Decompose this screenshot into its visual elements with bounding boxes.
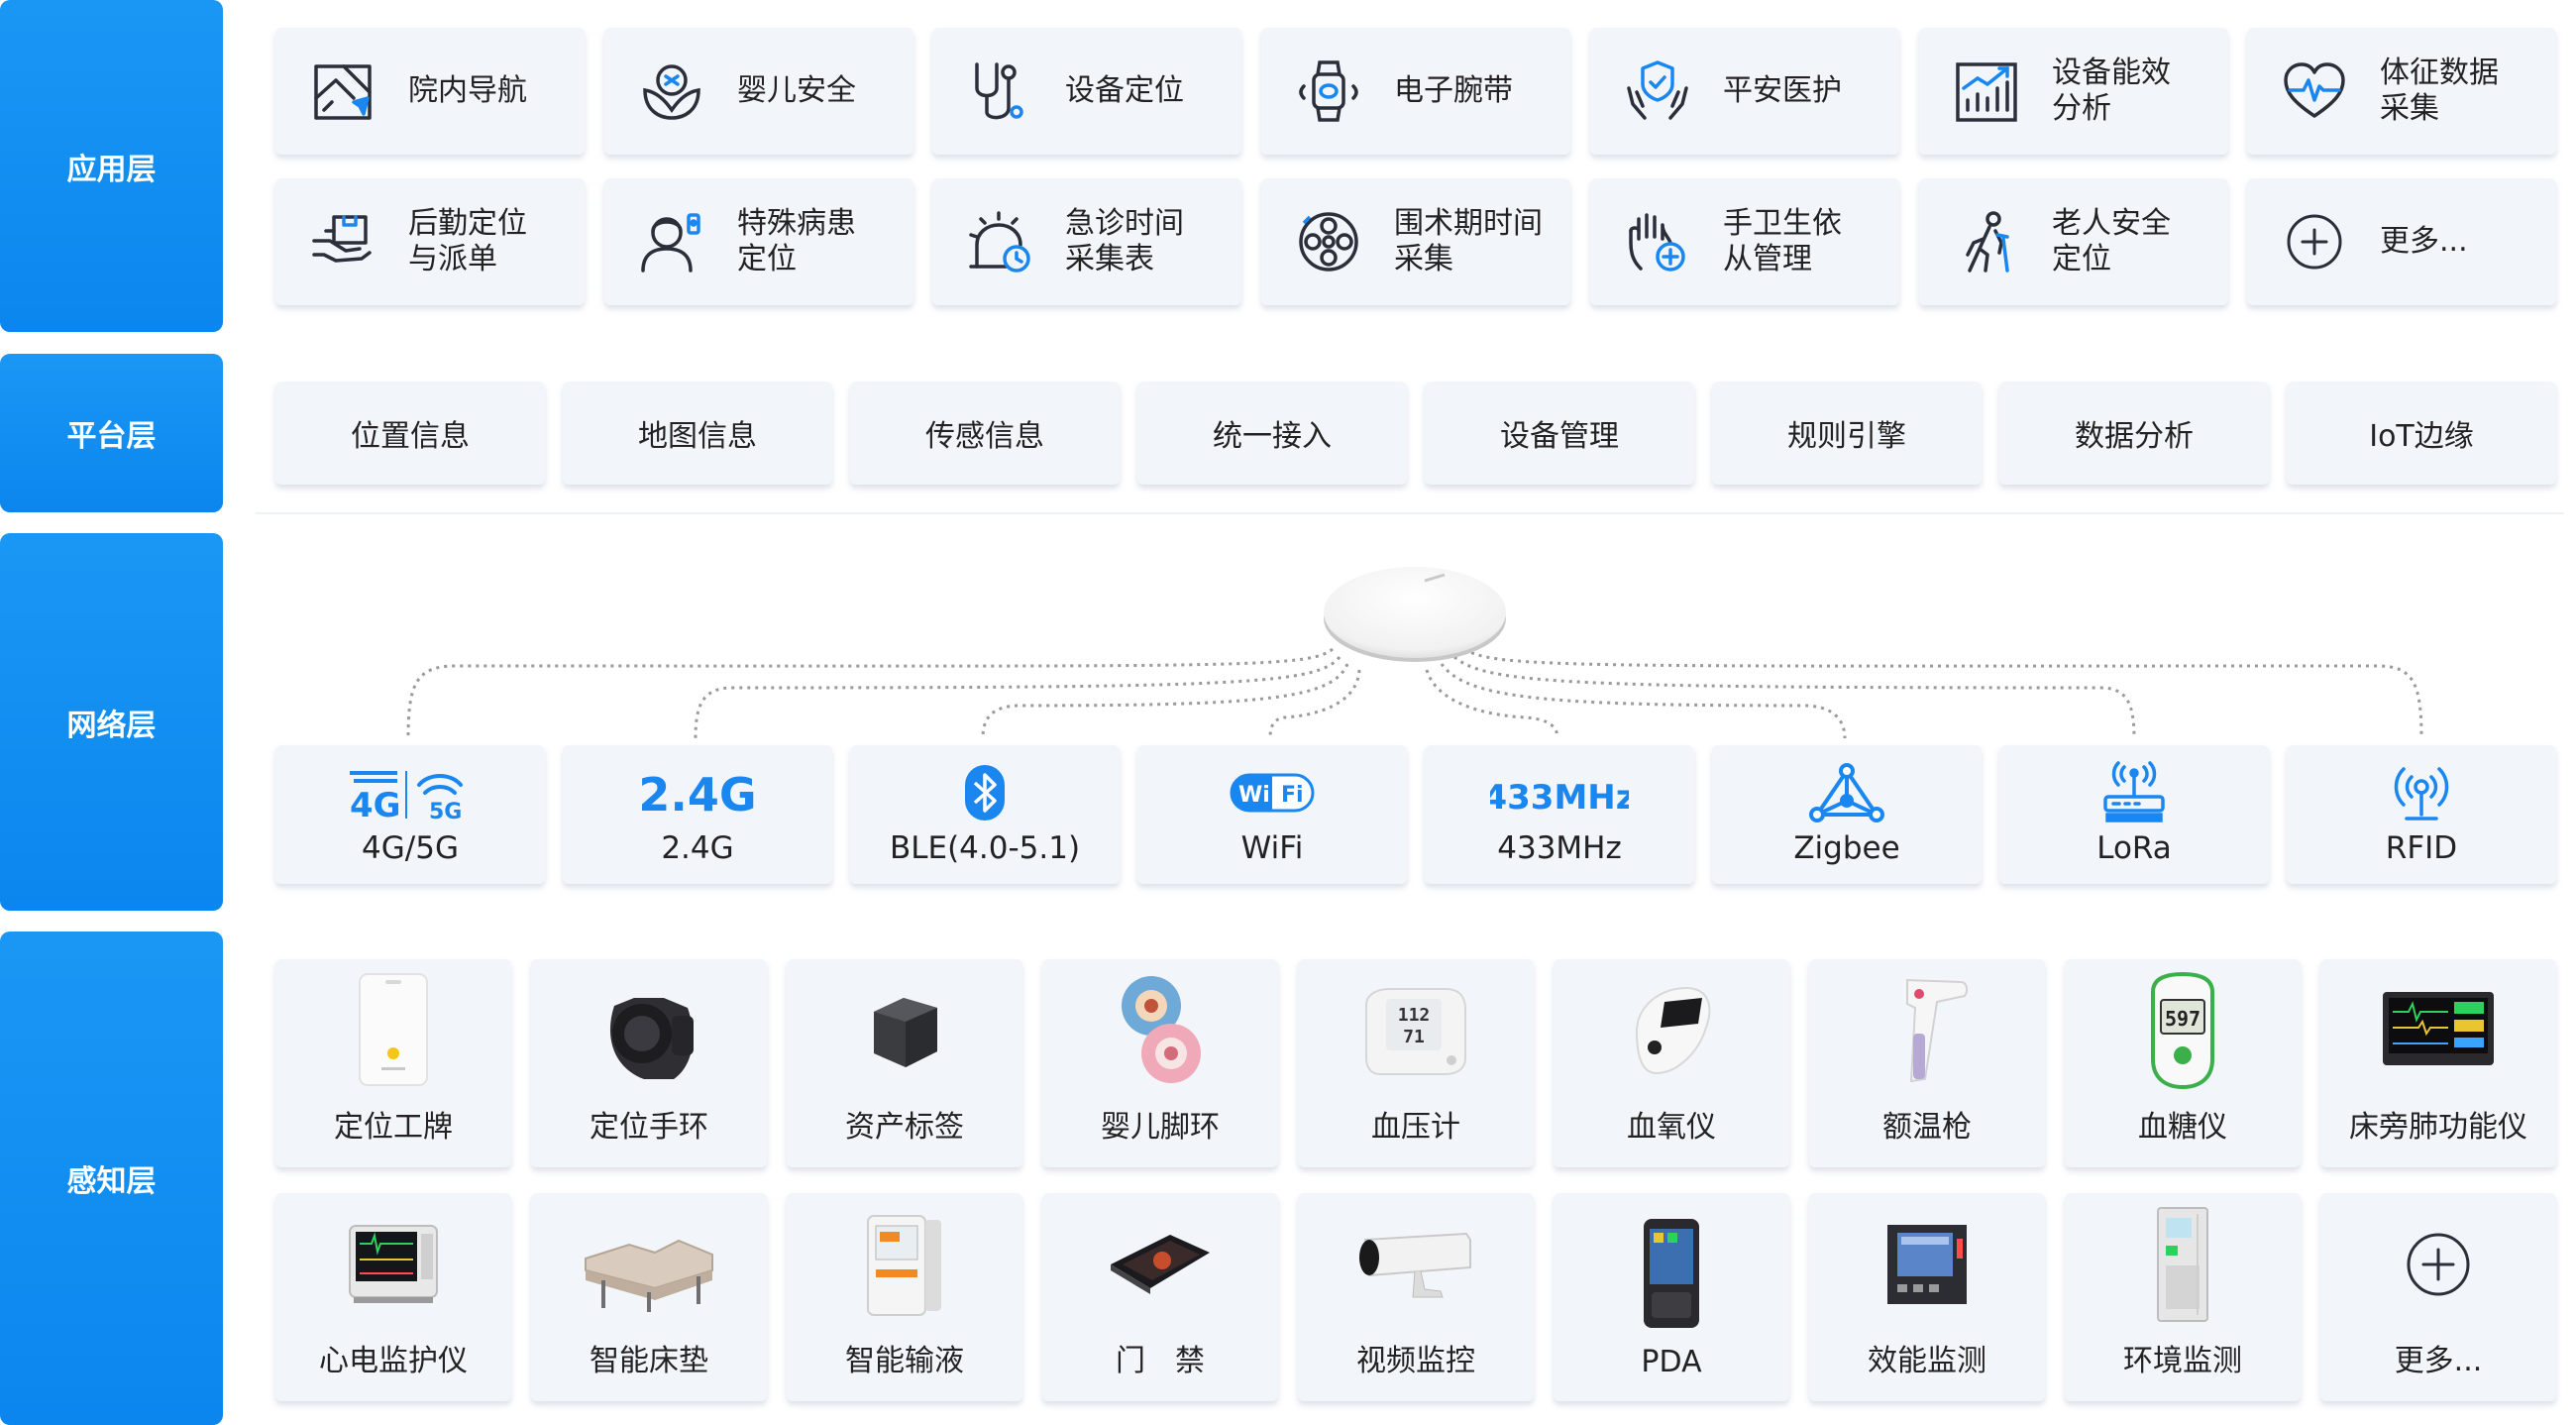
zigbee-triangle-icon	[1809, 763, 1884, 822]
energy-meter-icon	[1828, 1205, 2026, 1324]
plus-circle-icon	[2339, 1205, 2537, 1324]
badge-device-icon	[294, 971, 492, 1090]
device-card-bedside-pulmonary[interactable]: 床旁肺功能仪	[2320, 959, 2556, 1167]
device-card-forehead-thermometer[interactable]: 额温枪	[1809, 959, 2045, 1167]
wifi-badge-icon: Wi Fi	[1230, 763, 1315, 822]
environment-cabinet-icon	[2084, 1205, 2282, 1324]
gateway-disc-icon	[1321, 557, 1509, 666]
cctv-camera-icon	[1317, 1205, 1515, 1324]
device-label: 门 禁	[1116, 1344, 1205, 1378]
svg-text:597: 597	[2165, 1007, 2200, 1031]
device-label: 资产标签	[845, 1110, 964, 1145]
svg-text:112: 112	[1398, 1005, 1431, 1026]
network-label: Zigbee	[1793, 830, 1900, 866]
pda-device-icon	[1572, 1214, 1771, 1333]
device-label: 智能床垫	[590, 1344, 708, 1378]
gateway-device	[1321, 557, 1509, 666]
device-label: 更多...	[2394, 1344, 2483, 1378]
lora-router-icon	[2099, 761, 2169, 822]
device-card-environment-monitor[interactable]: 环境监测	[2065, 1193, 2301, 1401]
network-label: LoRa	[2096, 830, 2172, 866]
device-card-efficiency-monitor[interactable]: 效能监测	[1809, 1193, 2045, 1401]
device-card-ecg-monitor[interactable]: 心电监护仪	[275, 1193, 511, 1401]
network-label: 4G/5G	[362, 830, 459, 866]
network-item-2-4g[interactable]: 2.4G 2.4G	[563, 745, 832, 884]
smart-mattress-icon	[550, 1205, 748, 1324]
network-item-4g-5g[interactable]: 4G 5G 4G/5G	[275, 745, 545, 884]
svg-text:Wi: Wi	[1238, 783, 1270, 808]
network-item-wifi[interactable]: Wi Fi WiFi	[1137, 745, 1407, 884]
device-label: 血压计	[1371, 1110, 1460, 1145]
svg-text:71: 71	[1403, 1027, 1425, 1047]
device-card-pulse-oximeter[interactable]: 血氧仪	[1554, 959, 1789, 1167]
device-label: PDA	[1641, 1345, 1702, 1379]
baby-anklet-icon	[1061, 971, 1259, 1090]
svg-text:433MHz: 433MHz	[1490, 778, 1629, 818]
bedside-monitor-icon	[2339, 971, 2537, 1090]
device-label: 定位手环	[590, 1110, 708, 1145]
device-card-location-badge[interactable]: 定位工牌	[275, 959, 511, 1167]
asset-tag-cube-icon	[805, 971, 1004, 1090]
device-card-asset-tag[interactable]: 资产标签	[787, 959, 1022, 1167]
device-card-access-control[interactable]: 门 禁	[1042, 1193, 1278, 1401]
device-card-location-wristband[interactable]: 定位手环	[531, 959, 767, 1167]
network-item-rfid[interactable]: RFID	[2287, 745, 2556, 884]
device-card-smart-mattress[interactable]: 智能床垫	[531, 1193, 767, 1401]
wrist-band-device-icon	[550, 971, 748, 1090]
ecg-monitor-icon	[294, 1205, 492, 1324]
device-card-video-surveillance[interactable]: 视频监控	[1298, 1193, 1534, 1401]
text-433mhz-icon: 433MHz	[1490, 763, 1629, 822]
infusion-pump-icon	[805, 1205, 1004, 1324]
network-label: 433MHz	[1497, 830, 1622, 866]
rfid-antenna-icon	[2387, 763, 2456, 822]
pulse-oximeter-icon	[1572, 971, 1771, 1090]
access-control-icon	[1061, 1205, 1259, 1324]
network-item-ble[interactable]: BLE(4.0-5.1)	[850, 745, 1120, 884]
device-card-glucose-meter[interactable]: 597 血糖仪	[2065, 959, 2301, 1167]
network-item-433mhz[interactable]: 433MHz 433MHz	[1425, 745, 1694, 884]
svg-text:4G: 4G	[350, 786, 401, 822]
network-label: BLE(4.0-5.1)	[889, 830, 1081, 866]
glucose-meter-icon: 597	[2084, 971, 2282, 1090]
device-card-more[interactable]: 更多...	[2320, 1193, 2556, 1401]
network-item-zigbee[interactable]: Zigbee	[1712, 745, 1982, 884]
device-card-smart-infusion[interactable]: 智能输液	[787, 1193, 1022, 1401]
blood-pressure-monitor-icon: 112 71	[1317, 971, 1515, 1090]
device-label: 婴儿脚环	[1101, 1110, 1220, 1145]
cellular-icon: 4G 5G	[346, 763, 475, 822]
svg-text:5G: 5G	[429, 800, 462, 822]
device-card-pda[interactable]: PDA	[1554, 1193, 1789, 1401]
layer-label-sensing: 感知层	[0, 932, 223, 1425]
text-2-4g-icon: 2.4G	[633, 763, 762, 822]
device-card-blood-pressure[interactable]: 112 71 血压计	[1298, 959, 1534, 1167]
network-label: RFID	[2385, 830, 2458, 866]
device-label: 定位工牌	[334, 1110, 453, 1145]
svg-text:Fi: Fi	[1281, 783, 1304, 808]
device-card-baby-anklet[interactable]: 婴儿脚环	[1042, 959, 1278, 1167]
device-label: 心电监护仪	[319, 1344, 468, 1378]
bluetooth-icon	[963, 763, 1007, 822]
device-label: 血氧仪	[1627, 1110, 1716, 1145]
device-label: 环境监测	[2123, 1344, 2242, 1378]
network-item-lora[interactable]: LoRa	[1999, 745, 2269, 884]
network-label: 2.4G	[661, 830, 734, 866]
device-label: 智能输液	[845, 1344, 964, 1378]
device-label: 血糖仪	[2138, 1110, 2227, 1145]
device-label: 视频监控	[1356, 1344, 1475, 1378]
device-label: 床旁肺功能仪	[2349, 1110, 2527, 1145]
device-label: 额温枪	[1882, 1110, 1972, 1145]
thermometer-gun-icon	[1828, 971, 2026, 1090]
device-label: 效能监测	[1868, 1344, 1986, 1378]
svg-text:2.4G: 2.4G	[638, 768, 756, 822]
network-label: WiFi	[1240, 830, 1304, 866]
